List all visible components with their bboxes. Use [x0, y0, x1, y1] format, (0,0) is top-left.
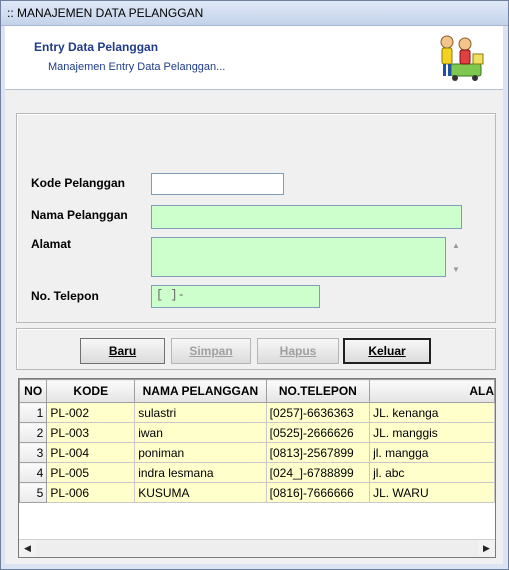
header-title: Entry Data Pelanggan [34, 40, 159, 54]
pelanggan-table: NO KODE NAMA PELANGGAN NO.TELEPON ALA 1 … [19, 379, 495, 503]
alamat-field[interactable] [151, 237, 446, 277]
cell-kode: PL-006 [46, 482, 136, 503]
cell-nama: iwan [134, 422, 267, 443]
column-header-alamat[interactable]: ALA [369, 379, 495, 403]
cell-kode: PL-003 [46, 422, 136, 443]
column-header-telepon[interactable]: NO.TELEPON [265, 379, 371, 403]
column-header-no[interactable]: NO [19, 379, 48, 403]
table-row[interactable]: 4 PL-005 indra lesmana [024_]-6788899 jl… [19, 462, 495, 483]
cell-no: 5 [19, 482, 48, 503]
column-header-nama[interactable]: NAMA PELANGGAN [134, 379, 267, 403]
cell-no: 3 [19, 442, 48, 463]
cell-telepon: [0257]-6636363 [265, 402, 371, 423]
alamat-label: Alamat [31, 237, 72, 251]
kode-field[interactable] [151, 173, 284, 195]
cell-kode: PL-005 [46, 462, 136, 483]
header-banner: Entry Data Pelanggan Manajemen Entry Dat… [5, 26, 503, 90]
scroll-right-icon[interactable]: ▶ [478, 540, 495, 557]
cell-alamat: jl. abc [369, 462, 495, 483]
table-row[interactable]: 1 PL-002 sulastri [0257]-6636363 JL. ken… [19, 402, 495, 423]
kode-label: Kode Pelanggan [31, 176, 126, 190]
cell-alamat: jl. mangga [369, 442, 495, 463]
baru-button[interactable]: Baru [80, 338, 165, 364]
window-title: :: MANAJEMEN DATA PELANGGAN [7, 6, 204, 20]
scroll-left-icon[interactable]: ◀ [19, 540, 36, 557]
scroll-up-icon[interactable]: ▲ [451, 241, 461, 250]
table-header-row: NO KODE NAMA PELANGGAN NO.TELEPON ALA [19, 379, 495, 403]
cell-nama: sulastri [134, 402, 267, 423]
cell-telepon: [0525]-2666626 [265, 422, 371, 443]
hapus-button[interactable]: Hapus [257, 338, 339, 364]
cell-telepon: [0813]-2567899 [265, 442, 371, 463]
cell-telepon: [0816]-7666666 [265, 482, 371, 503]
cell-no: 4 [19, 462, 48, 483]
cell-alamat: JL. WARU [369, 482, 495, 503]
people-icon [440, 35, 484, 81]
nama-label: Nama Pelanggan [31, 208, 128, 222]
keluar-button[interactable]: Keluar [343, 338, 431, 364]
table-row[interactable]: 3 PL-004 poniman [0813]-2567899 jl. mang… [19, 442, 495, 463]
cell-no: 1 [19, 402, 48, 423]
scrollbar-track[interactable] [37, 542, 477, 554]
simpan-button[interactable]: Simpan [171, 338, 251, 364]
cell-telepon: [024_]-6788899 [265, 462, 371, 483]
horizontal-scrollbar[interactable]: ◀ ▶ [19, 539, 495, 557]
cell-nama: poniman [134, 442, 267, 463]
column-header-kode[interactable]: KODE [46, 379, 136, 403]
cell-kode: PL-002 [46, 402, 136, 423]
header-subtitle: Manajemen Entry Data Pelanggan... [48, 61, 226, 73]
cell-alamat: JL. manggis [369, 422, 495, 443]
table-row[interactable]: 2 PL-003 iwan [0525]-2666626 JL. manggis [19, 422, 495, 443]
scroll-down-icon[interactable]: ▼ [451, 265, 461, 274]
cell-nama: KUSUMA [134, 482, 267, 503]
main-window: :: MANAJEMEN DATA PELANGGAN Entry Data P… [0, 0, 509, 570]
telepon-field[interactable]: [ ]- [151, 285, 320, 308]
title-bar[interactable]: :: MANAJEMEN DATA PELANGGAN [1, 1, 508, 26]
cell-nama: indra lesmana [134, 462, 267, 483]
telepon-label: No. Telepon [31, 289, 99, 303]
pelanggan-grid[interactable]: NO KODE NAMA PELANGGAN NO.TELEPON ALA 1 … [18, 378, 496, 558]
cell-alamat: JL. kenanga [369, 402, 495, 423]
cell-kode: PL-004 [46, 442, 136, 463]
table-row[interactable]: 5 PL-006 KUSUMA [0816]-7666666 JL. WARU [19, 482, 495, 503]
cell-no: 2 [19, 422, 48, 443]
nama-field[interactable] [151, 205, 462, 229]
